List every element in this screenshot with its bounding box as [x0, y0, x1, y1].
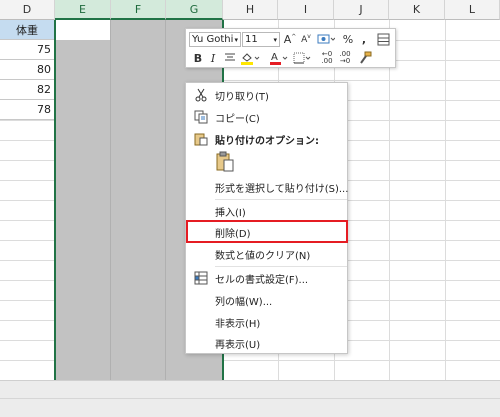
- paste-options-icon: [194, 133, 208, 146]
- menu-item-label: 列の幅(W)...: [215, 296, 273, 308]
- menu-item-label: コピー(C): [215, 113, 260, 125]
- svg-text:A: A: [271, 52, 278, 63]
- selection-divider: [165, 20, 166, 380]
- borders-icon: [293, 52, 311, 64]
- menu-item-label: 形式を選択して貼り付け(S)...: [215, 183, 349, 195]
- decrease-decimal-icon: .00 →0: [339, 50, 351, 65]
- clipboard-icon: [216, 151, 234, 172]
- cell-d-value[interactable]: 75: [0, 40, 55, 60]
- font-shrink-icon: Av: [301, 33, 311, 45]
- copy-icon: [194, 110, 208, 124]
- column-header-g[interactable]: G: [166, 0, 223, 20]
- cell-d-header[interactable]: 体重: [0, 20, 55, 40]
- paintbrush-icon: [360, 51, 372, 64]
- menu-item-unhide[interactable]: 再表示(U): [186, 332, 347, 354]
- percent-label: %: [342, 32, 354, 46]
- menu-item-cut[interactable]: 切り取り(T): [186, 84, 347, 106]
- percent-style-button[interactable]: %: [341, 32, 355, 46]
- column-header-f[interactable]: F: [111, 0, 166, 20]
- menu-item-clear-contents[interactable]: 数式と値のクリア(N): [186, 243, 347, 265]
- format-painter-button[interactable]: [358, 51, 372, 65]
- comma-style-button[interactable]: ,: [357, 32, 371, 46]
- column-header-l[interactable]: L: [445, 0, 500, 20]
- font-size-dropdown[interactable]: 11 ▾: [242, 32, 280, 47]
- column-header-k[interactable]: K: [389, 0, 445, 20]
- delete-highlight-box: [186, 220, 348, 243]
- accounting-format-button[interactable]: [316, 32, 336, 46]
- comma-label: ,: [361, 32, 367, 46]
- menu-item-hide[interactable]: 非表示(H): [186, 311, 347, 333]
- selection-divider: [110, 20, 111, 380]
- menu-item-insert[interactable]: 挿入(I): [186, 200, 347, 222]
- mini-toolbar: Yu Gothi ▾ 11 ▾ A^ Av % , B I A ←0 .00 .…: [185, 28, 396, 68]
- increase-decimal-button[interactable]: ←0.00: [320, 51, 334, 65]
- context-menu: 切り取り(T) コピー(C) 貼り付けのオプション: 形式を選択して貼り付け(S…: [185, 82, 348, 354]
- chevron-down-icon: ▾: [273, 35, 277, 44]
- menu-item-label: 再表示(U): [215, 339, 261, 351]
- menu-item-label: 切り取り(T): [215, 91, 269, 103]
- status-divider: [0, 398, 500, 399]
- font-size-value: 11: [245, 34, 258, 45]
- decrease-decimal-button[interactable]: .00 →0: [338, 51, 352, 65]
- scissors-icon: [195, 88, 207, 102]
- bold-label: B: [193, 51, 203, 65]
- increase-font-size-button[interactable]: A^: [283, 32, 297, 46]
- column-header-h[interactable]: H: [223, 0, 278, 20]
- column-header-e[interactable]: E: [55, 0, 111, 20]
- italic-button[interactable]: I: [206, 51, 220, 65]
- column-header-j[interactable]: J: [334, 0, 389, 20]
- menu-item-paste-options: 貼り付けのオプション:: [186, 128, 347, 150]
- font-color-button[interactable]: A: [269, 51, 289, 65]
- bold-button[interactable]: B: [191, 51, 205, 65]
- paste-button[interactable]: [215, 151, 235, 173]
- increase-decimal-icon: ←0.00: [321, 50, 333, 65]
- menu-item-paste-special[interactable]: 形式を選択して貼り付け(S)...: [186, 176, 349, 198]
- menu-item-label: 数式と値のクリア(N): [215, 250, 311, 262]
- decrease-font-size-button[interactable]: Av: [299, 32, 313, 46]
- active-cell[interactable]: [55, 20, 111, 40]
- cell-d-value[interactable]: 80: [0, 60, 55, 80]
- font-color-icon: A: [270, 52, 288, 65]
- currency-icon: [317, 34, 335, 43]
- menu-item-label: 非表示(H): [215, 318, 261, 330]
- chevron-down-icon: ▾: [234, 35, 238, 44]
- menu-item-copy[interactable]: コピー(C): [186, 106, 347, 128]
- format-table-button[interactable]: [376, 32, 390, 46]
- table-format-icon: [377, 33, 389, 45]
- italic-label: I: [210, 51, 216, 65]
- menu-item-format-cells[interactable]: セルの書式設定(F)...: [186, 267, 347, 289]
- column-header-d[interactable]: D: [0, 0, 55, 20]
- cell-d-value[interactable]: 78: [0, 100, 55, 120]
- menu-item-label: 挿入(I): [215, 207, 246, 219]
- menu-item-label: セルの書式設定(F)...: [215, 274, 309, 286]
- menu-item-column-width[interactable]: 列の幅(W)...: [186, 289, 347, 311]
- fill-bucket-icon: [241, 53, 260, 65]
- format-cells-icon: [194, 271, 208, 285]
- center-align-button[interactable]: [223, 51, 237, 65]
- fill-color-button[interactable]: [240, 51, 260, 65]
- borders-button[interactable]: [293, 51, 313, 65]
- font-name-value: Yu Gothi: [192, 34, 234, 45]
- menu-item-label: 貼り付けのオプション:: [215, 135, 319, 147]
- selection-border-left: [54, 20, 56, 380]
- font-grow-icon: A^: [283, 32, 297, 46]
- column-header-i[interactable]: I: [278, 0, 334, 20]
- cell-d-value[interactable]: 82: [0, 80, 55, 100]
- align-center-icon: [225, 53, 235, 61]
- font-name-dropdown[interactable]: Yu Gothi ▾: [189, 32, 241, 47]
